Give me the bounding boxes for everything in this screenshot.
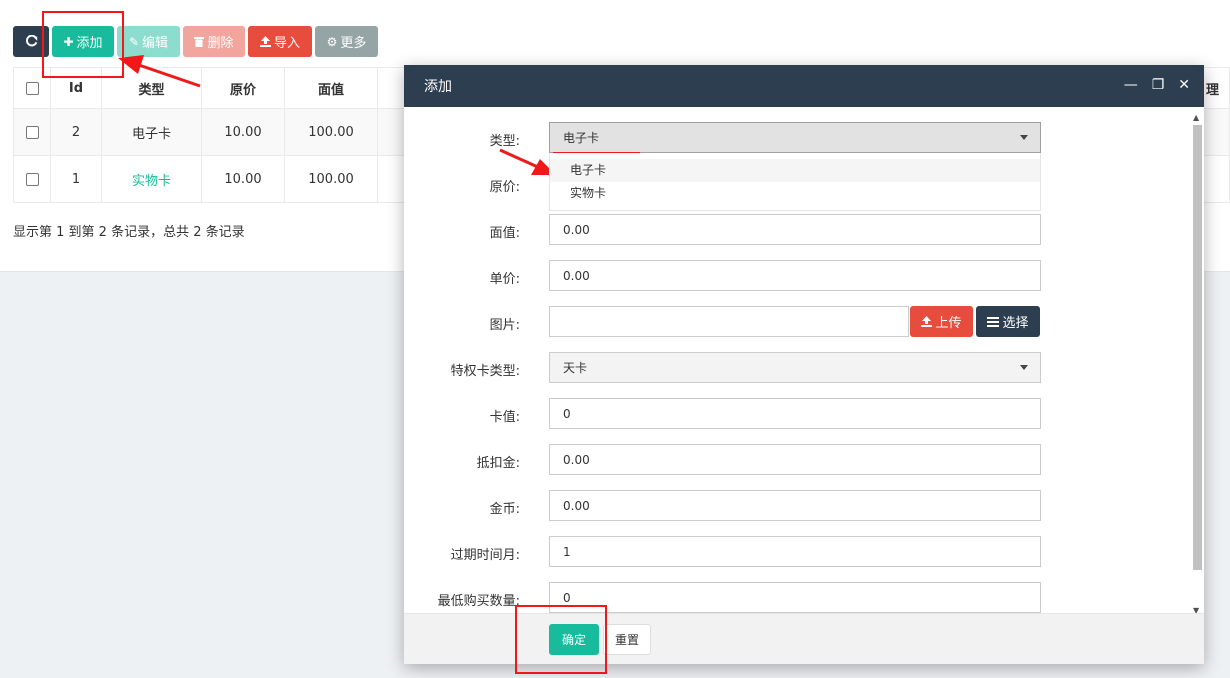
cell-type-link[interactable]: 实物卡 [101, 155, 202, 203]
dialog-controls: — ❐ ✕ [1124, 77, 1190, 93]
type-select-value: 电子卡 [563, 131, 600, 145]
dialog-scrollbar[interactable]: ▲ ▼ [1191, 113, 1202, 615]
image-path-input[interactable] [549, 306, 909, 337]
chevron-down-icon [1020, 135, 1028, 140]
import-button-label: 导入 [273, 36, 300, 51]
field-label: 图片: [489, 318, 520, 333]
more-button-label: 更多 [340, 36, 367, 51]
cell-original-price: 10.00 [201, 155, 285, 203]
expire-months-input[interactable]: 1 [549, 536, 1041, 567]
cell-face-value: 100.00 [284, 155, 378, 203]
min-qty-input[interactable]: 0 [549, 582, 1041, 613]
choose-button-label: 选择 [1002, 316, 1029, 331]
list-icon [987, 316, 1000, 327]
row-checkbox[interactable] [25, 125, 39, 139]
more-button[interactable]: ⚙ 更多 [315, 26, 378, 57]
chevron-down-icon [1020, 365, 1028, 370]
maximize-icon[interactable]: ❐ [1152, 77, 1165, 93]
cell-id: 1 [50, 155, 102, 203]
scroll-up-icon[interactable]: ▲ [1193, 113, 1199, 122]
cell-face-value: 100.00 [284, 108, 378, 156]
type-select[interactable]: 电子卡 [549, 122, 1041, 153]
gear-icon: ⚙ [326, 34, 338, 49]
privilege-type-value: 天卡 [563, 361, 588, 375]
col-header-original-price[interactable]: 原价 [201, 67, 285, 109]
upload-icon [259, 36, 271, 47]
choose-button[interactable]: 选择 [976, 306, 1040, 337]
import-button[interactable]: 导入 [248, 26, 312, 57]
annotation-box-confirm [515, 605, 607, 674]
close-icon[interactable]: ✕ [1178, 77, 1190, 93]
card-value-input[interactable]: 0 [549, 398, 1041, 429]
unit-price-input[interactable]: 0.00 [549, 260, 1041, 291]
field-label: 面值: [489, 226, 520, 241]
add-dialog: 添加 — ❐ ✕ 类型: 电子卡 电子卡 实物卡 原价: 面值: 0.00 单价… [404, 65, 1204, 664]
scroll-thumb[interactable] [1193, 125, 1202, 570]
face-value-input[interactable]: 0.00 [549, 214, 1041, 245]
refresh-icon [25, 35, 37, 47]
field-image: 图片: 上传 选择 [404, 306, 1191, 337]
dialog-title: 添加 [424, 79, 452, 95]
cell-type: 电子卡 [101, 108, 202, 156]
type-dropdown-menu: 电子卡 实物卡 [549, 153, 1041, 211]
upload-button-label: 上传 [935, 316, 962, 331]
dropdown-option-electronic[interactable]: 电子卡 [550, 159, 1040, 182]
deduction-input[interactable]: 0.00 [549, 444, 1041, 475]
field-face-value: 面值: 0.00 [404, 214, 1191, 245]
edit-button-label: 编辑 [142, 36, 169, 51]
field-label: 原价: [489, 180, 520, 195]
field-label: 抵扣金: [476, 456, 520, 471]
field-coins: 金币: 0.00 [404, 490, 1191, 521]
field-label: 特权卡类型: [450, 364, 520, 379]
trash-icon [194, 37, 205, 47]
annotation-box-add [42, 11, 124, 78]
cell-id: 2 [50, 108, 102, 156]
field-label: 金币: [489, 502, 520, 517]
field-label: 类型: [489, 134, 520, 149]
pencil-icon: ✎ [128, 34, 140, 49]
upload-button[interactable]: 上传 [910, 306, 973, 337]
field-label: 卡值: [489, 410, 520, 425]
coins-input[interactable]: 0.00 [549, 490, 1041, 521]
privilege-type-select[interactable]: 天卡 [549, 352, 1041, 383]
delete-button-label: 删除 [207, 36, 234, 51]
field-label: 最低购买数量: [437, 594, 520, 609]
dropdown-option-physical[interactable]: 实物卡 [550, 182, 1040, 205]
field-privilege-type: 特权卡类型: 天卡 [404, 352, 1191, 383]
minimize-icon[interactable]: — [1124, 77, 1138, 93]
field-deduction: 抵扣金: 0.00 [404, 444, 1191, 475]
row-checkbox[interactable] [25, 172, 39, 186]
dialog-body: 类型: 电子卡 电子卡 实物卡 原价: 面值: 0.00 单价: 0.00 图片… [404, 107, 1191, 613]
edit-button[interactable]: ✎ 编辑 [117, 26, 180, 57]
field-label: 过期时间月: [450, 548, 520, 563]
delete-button[interactable]: 删除 [183, 26, 245, 57]
field-type: 类型: 电子卡 [404, 122, 1191, 153]
field-label: 单价: [489, 272, 520, 287]
field-card-value: 卡值: 0 [404, 398, 1191, 429]
field-expire-months: 过期时间月: 1 [404, 536, 1191, 567]
field-unit-price: 单价: 0.00 [404, 260, 1191, 291]
dialog-header: 添加 — ❐ ✕ [404, 65, 1204, 107]
reset-button[interactable]: 重置 [603, 624, 651, 655]
col-header-face-value[interactable]: 面值 [284, 67, 378, 109]
cell-original-price: 10.00 [201, 108, 285, 156]
pagination-info: 显示第 1 到第 2 条记录，总共 2 条记录 [13, 225, 245, 240]
select-all-checkbox[interactable] [25, 81, 39, 95]
upload-icon [921, 316, 933, 327]
